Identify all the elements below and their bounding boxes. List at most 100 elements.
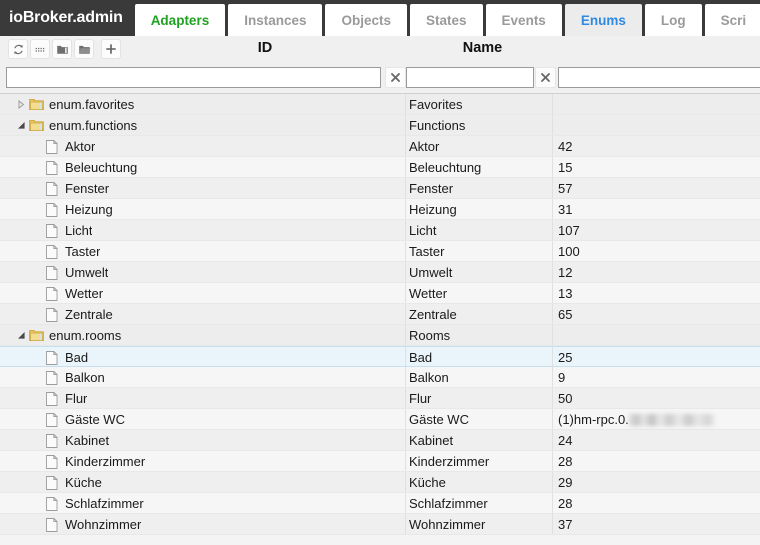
cell-name: Schlafzimmer bbox=[409, 496, 488, 511]
folder-closed-icon bbox=[56, 43, 69, 56]
table-row[interactable]: Balkon Balkon 9 bbox=[0, 367, 760, 388]
refresh-button[interactable] bbox=[8, 39, 28, 59]
toolbar: ID Name bbox=[0, 36, 760, 62]
row-id-label: Aktor bbox=[65, 139, 96, 154]
row-id-label: Bad bbox=[65, 350, 89, 365]
table-row[interactable]: Bad Bad 25 bbox=[0, 346, 760, 367]
cell-id: enum.functions bbox=[0, 115, 404, 136]
enum-tree-table[interactable]: enum.favorites Favorites enum.functions Fun… bbox=[0, 94, 760, 545]
cell-id: Balkon bbox=[0, 367, 404, 388]
cell-name: Flur bbox=[409, 391, 432, 406]
collapse-triangle-icon[interactable] bbox=[14, 115, 28, 136]
file-icon bbox=[44, 409, 60, 430]
row-id-label: Umwelt bbox=[65, 265, 109, 280]
cell-id: Kinderzimmer bbox=[0, 451, 404, 472]
tab-label: Events bbox=[501, 12, 546, 28]
file-icon bbox=[44, 262, 60, 283]
cell-value: 15 bbox=[558, 160, 573, 175]
cell-id: Beleuchtung bbox=[0, 157, 404, 178]
expand-triangle-icon[interactable] bbox=[14, 94, 28, 115]
search-input-id[interactable] bbox=[6, 67, 381, 88]
table-row[interactable]: Zentrale Zentrale 65 bbox=[0, 304, 760, 325]
cell-value: 25 bbox=[558, 350, 573, 365]
row-id-label: Taster bbox=[65, 244, 101, 259]
cell-name: Umwelt bbox=[409, 265, 453, 280]
tab-enums[interactable]: Enums bbox=[564, 4, 642, 36]
tab-events[interactable]: Events bbox=[485, 4, 562, 36]
folder-open-button[interactable] bbox=[74, 39, 94, 59]
cell-id: Zentrale bbox=[0, 304, 404, 325]
close-icon bbox=[391, 73, 400, 82]
table-row[interactable]: Gäste WC Gäste WC (1)hm-rpc.0. bbox=[0, 409, 760, 430]
cell-id: Gäste WC bbox=[0, 409, 404, 430]
row-id-label: Zentrale bbox=[65, 307, 113, 322]
tab-instances[interactable]: Instances bbox=[228, 4, 323, 36]
tab-bar: ioBroker.admin Adapters Instances Objects S… bbox=[0, 0, 760, 36]
table-row[interactable]: Wetter Wetter 13 bbox=[0, 283, 760, 304]
column-header-id: ID bbox=[257, 40, 273, 56]
file-icon bbox=[44, 283, 60, 304]
search-input-name[interactable] bbox=[406, 67, 534, 88]
table-row[interactable]: Taster Taster 100 bbox=[0, 241, 760, 262]
cell-value: 107 bbox=[558, 223, 580, 238]
table-row[interactable]: enum.functions Functions bbox=[0, 115, 760, 136]
cell-name: Taster bbox=[409, 244, 445, 259]
search-input-value[interactable] bbox=[558, 67, 760, 88]
table-row[interactable]: Fenster Fenster 57 bbox=[0, 178, 760, 199]
cell-id: Umwelt bbox=[0, 262, 404, 283]
plus-icon bbox=[105, 43, 117, 55]
cell-name: Aktor bbox=[409, 139, 440, 154]
tab-label: Log bbox=[660, 12, 686, 28]
collapse-triangle-icon[interactable] bbox=[14, 325, 28, 346]
row-id-label: Kinderzimmer bbox=[65, 454, 146, 469]
table-row[interactable]: Umwelt Umwelt 12 bbox=[0, 262, 760, 283]
plus-button[interactable] bbox=[101, 39, 121, 59]
table-row[interactable]: Wohnzimmer Wohnzimmer 37 bbox=[0, 514, 760, 535]
row-id-label: Licht bbox=[65, 223, 93, 238]
tab-objects[interactable]: Objects bbox=[325, 4, 408, 36]
tab-scri[interactable]: Scri bbox=[704, 4, 760, 36]
tab-label: Scri bbox=[720, 12, 747, 28]
table-row[interactable]: Heizung Heizung 31 bbox=[0, 199, 760, 220]
tab-adapters[interactable]: Adapters bbox=[134, 4, 226, 36]
list-button[interactable] bbox=[30, 39, 50, 59]
row-id-label: Beleuchtung bbox=[65, 160, 138, 175]
table-row[interactable]: Licht Licht 107 bbox=[0, 220, 760, 241]
tab-log[interactable]: Log bbox=[644, 4, 702, 36]
cell-id: Kabinet bbox=[0, 430, 404, 451]
table-row[interactable]: enum.rooms Rooms bbox=[0, 325, 760, 346]
table-row[interactable]: Aktor Aktor 42 bbox=[0, 136, 760, 157]
folder-icon bbox=[28, 115, 44, 136]
table-row[interactable]: Beleuchtung Beleuchtung 15 bbox=[0, 157, 760, 178]
table-row[interactable]: Schlafzimmer Schlafzimmer 28 bbox=[0, 493, 760, 514]
cell-name: Licht bbox=[409, 223, 437, 238]
tab-label: Objects bbox=[341, 12, 392, 28]
table-row[interactable]: Flur Flur 50 bbox=[0, 388, 760, 409]
cell-id: Küche bbox=[0, 472, 404, 493]
table-row[interactable]: Kabinet Kabinet 24 bbox=[0, 430, 760, 451]
table-row[interactable]: Kinderzimmer Kinderzimmer 28 bbox=[0, 451, 760, 472]
table-row[interactable]: enum.favorites Favorites bbox=[0, 94, 760, 115]
cell-name: Wetter bbox=[409, 286, 448, 301]
table-row[interactable]: Küche Küche 29 bbox=[0, 472, 760, 493]
cell-id: Flur bbox=[0, 388, 404, 409]
row-id-label: Gäste WC bbox=[65, 412, 125, 427]
clear-id-filter-button[interactable] bbox=[385, 67, 406, 88]
folder-open-icon bbox=[78, 43, 91, 56]
app-brand: ioBroker.admin bbox=[0, 0, 132, 36]
cell-value: 42 bbox=[558, 139, 573, 154]
folder-closed-button[interactable] bbox=[52, 39, 72, 59]
cell-value bbox=[558, 94, 758, 115]
cell-id: Schlafzimmer bbox=[0, 493, 404, 514]
row-id-label: Kabinet bbox=[65, 433, 110, 448]
cell-name: Gäste WC bbox=[409, 412, 469, 427]
cell-id: Heizung bbox=[0, 199, 404, 220]
row-id-label: Küche bbox=[65, 475, 102, 490]
clear-name-filter-button[interactable] bbox=[535, 67, 556, 88]
file-icon bbox=[44, 241, 60, 262]
tab-label: Enums bbox=[580, 12, 626, 28]
row-id-label: enum.functions bbox=[49, 118, 138, 133]
file-icon bbox=[44, 347, 60, 368]
tab-states[interactable]: States bbox=[410, 4, 483, 36]
cell-value bbox=[558, 115, 758, 136]
